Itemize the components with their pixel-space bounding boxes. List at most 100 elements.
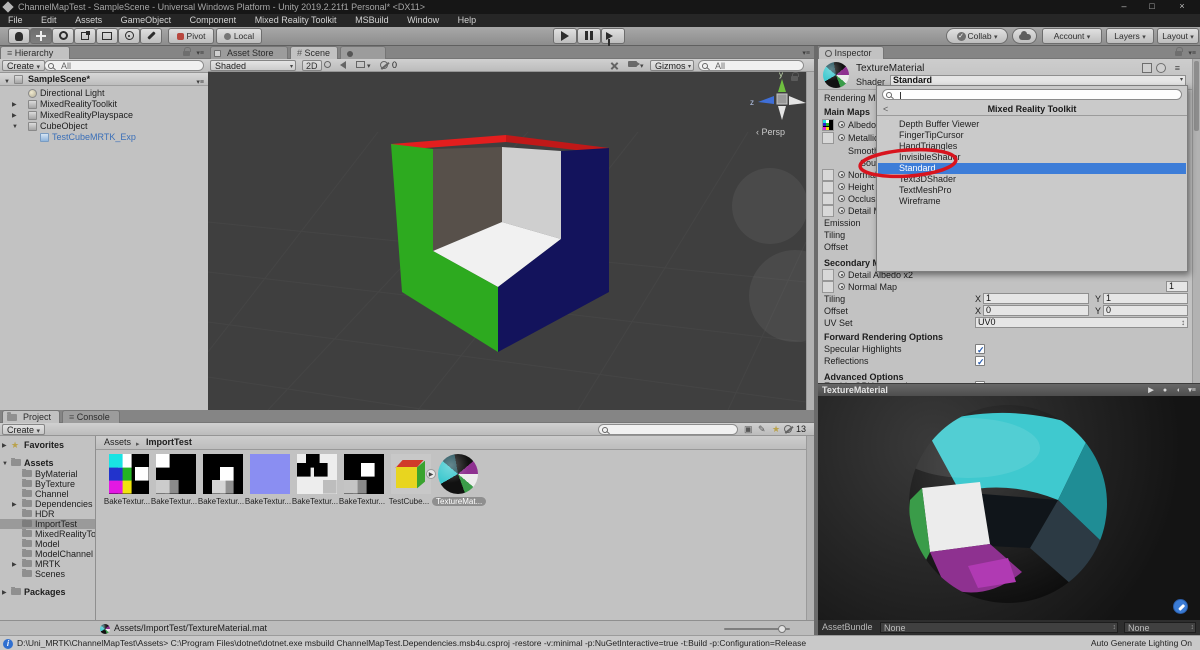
scene-viewport[interactable]: y z ‹ Persp [208,72,806,410]
asset-item[interactable]: BakeTextur... [104,454,151,508]
local-toggle-button[interactable]: Local [216,28,262,44]
asset-item[interactable]: BakeTextur... [292,454,339,508]
collab-button[interactable]: ✓ Collab ▾ [946,28,1008,44]
effects-dropdown-icon[interactable]: ▾ [367,62,371,70]
occlusion-texture-slot[interactable] [822,193,834,205]
row-offset-2[interactable]: Offset X 0 Y 0 [818,305,1192,317]
step-button[interactable] [601,28,625,48]
tree-folder-mixedrealitytoolkit[interactable]: MixedRealityToolkit [0,529,95,539]
menu-edit[interactable]: Edit [33,14,65,27]
scene-tools-icon[interactable] [610,61,619,70]
camera-icon[interactable] [628,61,640,67]
shading-mode-dropdown[interactable]: Shaded [210,60,296,72]
prefab-arrow-badge[interactable]: ▶ [426,469,436,479]
scene-search-input[interactable]: All [698,60,804,71]
object-picker-icon[interactable] [838,195,845,202]
shader-option-handtriangles[interactable]: HandTriangles [878,141,1186,152]
2d-toggle[interactable]: 2D [302,60,322,71]
close-icon[interactable]: × [1170,0,1194,13]
expander-icon[interactable]: ▶ [12,111,17,121]
normal-texture-slot[interactable] [822,169,834,181]
scale-tool-button[interactable] [74,28,96,44]
edit-material-badge-icon[interactable] [1173,599,1188,614]
lock-icon[interactable] [183,47,191,56]
shader-option-depth-buffer-viewer[interactable]: Depth Buffer Viewer [878,119,1186,130]
cloud-button[interactable] [1012,28,1037,44]
layout-dropdown[interactable]: Layout ▾ [1157,28,1199,44]
tab-inspector[interactable]: Inspector [818,46,884,59]
tree-folder-importtest[interactable]: ImportTest [0,519,95,529]
hidden-count-eye-icon[interactable] [784,425,792,433]
project-create-button[interactable]: Create ▾ [2,424,46,435]
menu-msbuild[interactable]: MSBuild [347,14,397,27]
normal2-texture-slot[interactable] [822,281,834,293]
move-tool-button[interactable] [30,28,52,44]
material-preview-area[interactable] [818,396,1200,620]
expander-icon[interactable]: ▶ [12,560,17,569]
hierarchy-scene-row[interactable]: ▼ SampleScene* ▾≡ [0,73,208,86]
favorites-star-icon[interactable]: ★ [772,424,780,435]
tiling-x-field[interactable]: 1 [983,293,1089,304]
expander-icon[interactable]: ▶ [12,500,17,509]
asset-item[interactable]: BakeTextur... [339,454,386,508]
scene-audio-icon[interactable] [340,61,346,69]
camera-dropdown-icon[interactable]: ▾ [640,62,644,70]
object-picker-icon[interactable] [838,207,845,214]
hierarchy-item-testcubemrtk-exp[interactable]: TestCubeMRTK_Exp [0,132,208,143]
row-uv-set[interactable]: UV Set UV0 ↕ [818,317,1192,329]
tab-asset-store[interactable]: Asset Store [210,46,288,59]
reflections-checkbox[interactable] [975,356,985,368]
back-icon[interactable]: < [883,103,888,116]
uv-set-dropdown[interactable]: UV0 ↕ [975,317,1188,328]
hierarchy-item-directional-light[interactable]: Directional Light [0,88,208,99]
status-message[interactable]: D:\Uni_MRTK\ChannelMapTest\Assets> C:\Pr… [17,636,806,650]
shader-option-textmeshpro[interactable]: TextMeshPro [878,185,1186,196]
detail-albedo-texture-slot[interactable] [822,269,834,281]
detail-mask-texture-slot[interactable] [822,205,834,217]
row-normal-map-2[interactable]: Normal Map 1 [818,281,1192,293]
row-specular-highlights[interactable]: Specular Highlights [818,343,1192,356]
shader-option-standard-selected[interactable]: Standard [878,163,1186,174]
tree-folder-mrtk[interactable]: ▶ MRTK [0,559,95,569]
normal-scale-field[interactable]: 1 [1166,281,1188,292]
object-picker-icon[interactable] [838,171,845,178]
hierarchy-create-button[interactable]: Create ▾ [2,60,46,71]
expander-icon[interactable]: ▶ [2,588,7,597]
pivot-toggle-button[interactable]: Pivot [168,28,214,44]
hierarchy-item-cubeobject[interactable]: ▼ CubeObject [0,121,208,132]
tree-favorites[interactable]: ▶ ★ Favorites [0,440,95,450]
metallic-texture-slot[interactable] [822,132,834,144]
menu-component[interactable]: Component [182,14,245,27]
rect-tool-button[interactable] [96,28,118,44]
tab-scene[interactable]: # Scene [290,46,338,59]
menu-help[interactable]: Help [450,14,485,27]
menu-assets[interactable]: Assets [67,14,110,27]
inspector-scrollbar[interactable] [1192,59,1200,383]
asset-item[interactable]: BakeTextur... [245,454,292,508]
hand-tool-button[interactable] [8,28,30,44]
assetbundle-dropdown[interactable]: None [880,622,1118,633]
account-dropdown[interactable]: Account ▾ [1042,28,1102,44]
preview-light-icon[interactable]: ◐ [1174,386,1184,395]
custom-tool-button[interactable] [140,28,162,44]
tree-folder-bymaterial[interactable]: ByMaterial [0,469,95,479]
hierarchy-item-mixedrealityplayspace[interactable]: ▶ MixedRealityPlayspace [0,110,208,121]
specular-checkbox[interactable] [975,344,985,356]
search-by-type-icon[interactable]: ▣ [744,424,753,435]
tree-folder-bytexture[interactable]: ByTexture [0,479,95,489]
more-icon[interactable]: ≡ [1175,63,1180,73]
tree-packages[interactable]: ▶ Packages [0,587,95,597]
tab-console[interactable]: ≡ Console [62,410,120,423]
transform-tool-button[interactable] [118,28,140,44]
tree-folder-hdr[interactable]: HDR [0,509,95,519]
expander-icon[interactable]: ▶ [2,441,7,450]
offset-x-field[interactable]: 0 [983,305,1089,316]
asset-item-material-selected[interactable]: TextureMat... [432,454,487,508]
expander-icon[interactable]: ▼ [12,122,18,132]
scene-effects-icon[interactable] [356,61,365,68]
object-picker-icon[interactable] [838,271,845,278]
object-picker-icon[interactable] [838,134,845,141]
tab-game[interactable]: Game [340,46,386,71]
gear-icon[interactable] [1156,63,1166,73]
expander-icon[interactable]: ▶ [12,100,17,110]
